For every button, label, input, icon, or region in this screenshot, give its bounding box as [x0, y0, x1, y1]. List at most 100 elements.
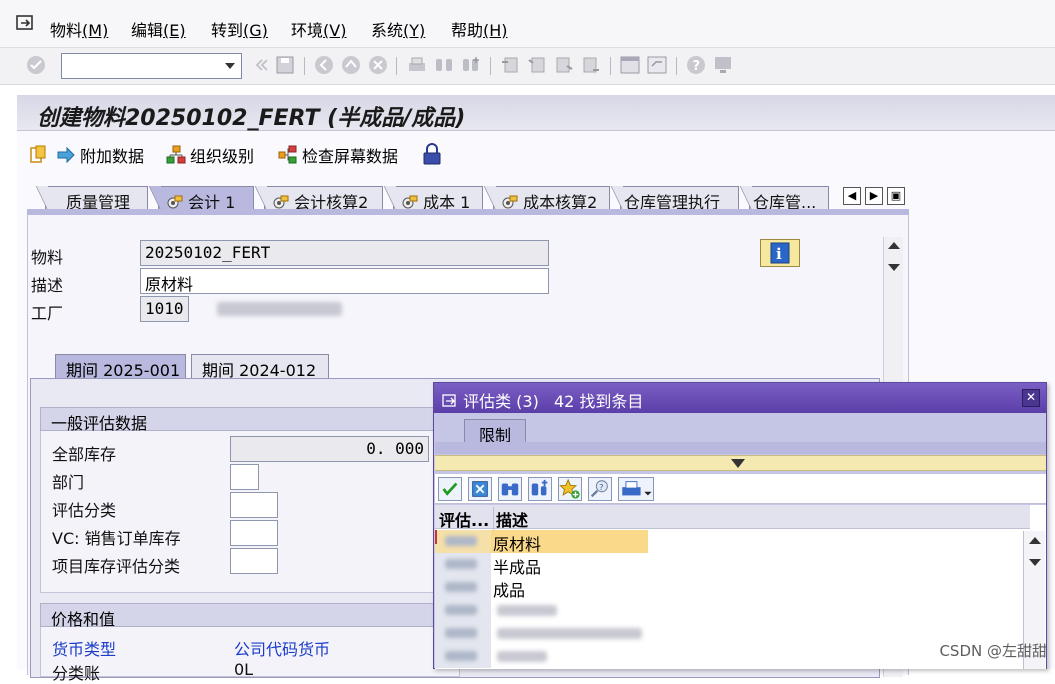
tab-period-2025-001[interactable]: 期间 2025-001 — [55, 354, 186, 380]
tab-list-button[interactable]: ▣ — [887, 187, 905, 205]
tab-scroll-right-button[interactable]: ▶ — [865, 187, 883, 205]
print-icon[interactable] — [406, 54, 428, 76]
svg-text:?: ? — [599, 482, 603, 492]
tab-accounting-1[interactable]: 会计 1 — [149, 186, 254, 212]
cancel-x-icon[interactable] — [468, 477, 492, 501]
tab-status-icon — [502, 195, 518, 209]
tab-costing-2[interactable]: 成本核算2 — [484, 186, 610, 212]
command-field[interactable] — [61, 53, 242, 79]
check-screen-data-button[interactable]: 检查屏幕数据 — [277, 143, 398, 167]
plant-label: 工厂 — [31, 304, 64, 323]
svg-text:?: ? — [693, 59, 701, 74]
column-header-description[interactable]: 描述 — [493, 507, 528, 531]
page-title: 创建物料20250102_FERT (半成品/成品) — [37, 106, 466, 131]
valuation-class-field[interactable] — [230, 492, 278, 518]
row-key-cell — [435, 530, 491, 553]
find-icon[interactable] — [433, 54, 455, 76]
layout-menu-icon[interactable] — [712, 54, 734, 76]
additional-data-button[interactable]: 附加数据 — [55, 143, 144, 167]
last-page-icon[interactable] — [580, 54, 602, 76]
toolbar-separator — [396, 57, 397, 75]
ledger-value: 0L — [234, 660, 254, 679]
info-icon[interactable]: i — [760, 239, 800, 267]
list-item[interactable] — [435, 622, 648, 645]
back-icon[interactable] — [313, 54, 335, 76]
scroll-down-arrow-icon[interactable] — [888, 264, 900, 271]
redacted-description — [497, 651, 547, 662]
redacted-key — [445, 651, 477, 661]
tab-period-2024-012[interactable]: 期间 2024-012 — [191, 354, 329, 380]
column-header-key[interactable]: 评估... — [439, 507, 489, 531]
tab-warehouse-more[interactable]: 仓库管... — [740, 186, 829, 212]
row-key-cell — [435, 553, 491, 576]
exit-icon[interactable] — [340, 54, 362, 76]
tab-scroll-left-button[interactable]: ◀ — [843, 187, 861, 205]
print-options-icon[interactable] — [618, 477, 654, 501]
total-stock-label: 全部库存 — [52, 445, 117, 464]
new-session-icon[interactable] — [619, 54, 641, 76]
material-field[interactable]: 20250102_FERT — [140, 240, 549, 266]
restrictions-strip — [435, 442, 1046, 454]
division-field[interactable] — [230, 464, 259, 490]
vc-sales-order-field[interactable] — [230, 520, 278, 546]
scroll-down-arrow-icon[interactable] — [1029, 559, 1041, 566]
restrictions-toggle-bar[interactable] — [435, 455, 1046, 471]
list-item[interactable]: 原材料 — [435, 530, 648, 554]
enter-check-icon[interactable] — [25, 54, 47, 76]
plant-field[interactable]: 1010 — [140, 296, 189, 322]
ledger-label: 分类账 — [52, 664, 101, 683]
lock-icon[interactable] — [421, 143, 443, 167]
company-code-currency-header: 公司代码货币 — [234, 640, 331, 659]
menu-system[interactable]: 系统(Y) — [371, 17, 425, 41]
close-icon[interactable]: ✕ — [1022, 389, 1040, 407]
first-page-icon[interactable] — [499, 54, 521, 76]
redacted-key — [445, 582, 477, 592]
org-levels-button[interactable]: 组织级别 — [165, 143, 254, 167]
list-item[interactable]: 成品 — [435, 576, 648, 600]
find-next-icon[interactable] — [460, 54, 482, 76]
add-favorite-icon[interactable] — [558, 477, 582, 501]
find-binoculars-icon[interactable] — [498, 477, 522, 501]
expand-triangle-icon[interactable] — [731, 459, 745, 468]
menu-goto[interactable]: 转到(G) — [211, 17, 268, 41]
cancel-icon[interactable] — [367, 54, 389, 76]
confirm-check-icon[interactable] — [438, 477, 462, 501]
previous-page-icon[interactable] — [526, 54, 548, 76]
standard-toolbar: ? — [0, 48, 1055, 85]
tab-quality-management[interactable]: 质量管理 — [36, 186, 148, 212]
help-search-icon[interactable]: ? — [588, 477, 612, 501]
menu-material[interactable]: 物料(M) — [50, 17, 108, 41]
list-item[interactable] — [435, 599, 648, 622]
menu-help[interactable]: 帮助(H) — [451, 17, 508, 41]
redacted-key — [445, 628, 477, 638]
title-bar: 创建物料20250102_FERT (半成品/成品) — [17, 95, 1055, 131]
tab-restrictions[interactable]: 限制 — [464, 419, 527, 445]
toolbar-separator — [676, 57, 677, 75]
tab-warehouse-execution[interactable]: 仓库管理执行 — [611, 186, 739, 212]
menu-environment[interactable]: 环境(V) — [291, 17, 346, 41]
redacted-description — [497, 605, 557, 616]
find-next-binoculars-icon[interactable] — [528, 477, 552, 501]
system-menu-icon[interactable] — [14, 13, 36, 35]
tab-costing-1[interactable]: 成本 1 — [384, 186, 483, 212]
total-stock-field[interactable]: 0. 000 — [230, 436, 429, 462]
menu-edit[interactable]: 编辑(E) — [131, 17, 186, 41]
scroll-up-arrow-icon[interactable] — [888, 242, 900, 249]
list-item[interactable] — [435, 645, 648, 668]
help-icon[interactable]: ? — [685, 54, 707, 76]
save-icon[interactable] — [274, 54, 296, 76]
copy-button[interactable] — [27, 143, 49, 165]
scroll-up-arrow-icon[interactable] — [1029, 537, 1041, 544]
vc-sales-order-label: VC: 销售订单库存 — [52, 529, 181, 548]
clipboard-icon — [30, 145, 46, 163]
chevron-down-icon[interactable] — [225, 63, 235, 69]
description-field[interactable]: 原材料 — [140, 268, 549, 294]
list-item[interactable]: 半成品 — [435, 553, 648, 577]
project-stock-field[interactable] — [230, 548, 278, 574]
shortcut-icon[interactable] — [646, 54, 668, 76]
watermark: CSDN @左甜甜 — [939, 642, 1047, 660]
row-key-cell — [435, 576, 491, 599]
tab-accounting-2[interactable]: 会计核算2 — [255, 186, 383, 212]
check-hierarchy-icon — [278, 145, 297, 164]
next-page-icon[interactable] — [553, 54, 575, 76]
